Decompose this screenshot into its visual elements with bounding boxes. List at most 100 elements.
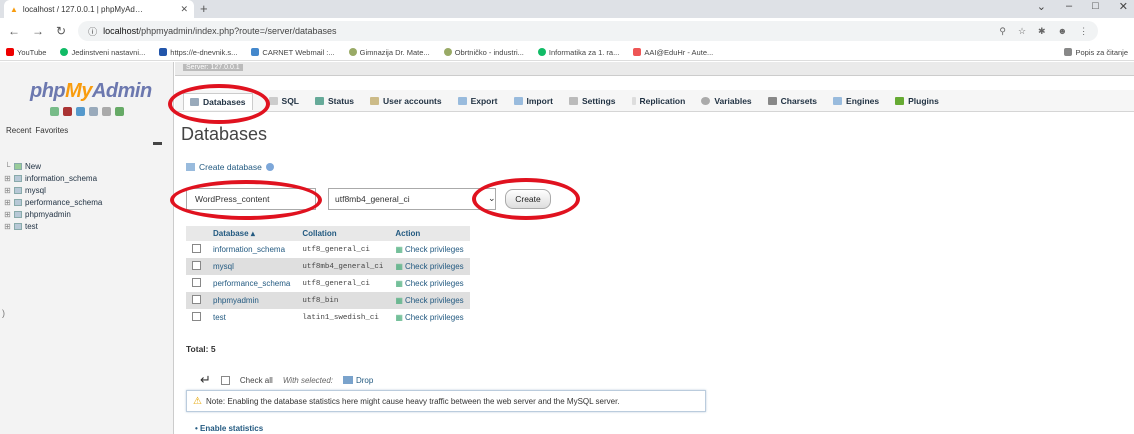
browser-tab[interactable]: ▲ localhost / 127.0.0.1 | phpMyAd… ✕ [4,0,194,18]
check-privileges-link[interactable]: ▦ Check privileges [389,292,470,309]
reload-nav-icon[interactable] [115,107,124,116]
with-selected-label: With selected: [282,375,333,385]
close-window-icon[interactable]: ✕ [1119,0,1128,13]
e-dnevnik-icon [159,48,168,56]
bookmark-carnet[interactable]: CARNET Webmail :... [251,48,335,57]
expand-icon[interactable]: ⊞ [4,174,11,183]
database-name-link[interactable]: mysql [207,258,297,275]
tree-item-performance-schema[interactable]: ⊞ performance_schema [4,196,102,208]
collapse-all-icon[interactable] [153,142,162,145]
collation-cell: utf8_general_ci [296,275,390,292]
check-privileges-link[interactable]: ▦ Check privileges [389,258,470,275]
home-icon[interactable] [50,107,59,116]
tab-charsets[interactable]: Charsets [767,96,817,106]
bookmark-gimnazija[interactable]: Gimnazija Dr. Mate... [348,48,430,57]
tree-item-test[interactable]: ⊞ test [4,220,102,232]
database-tree: └ New ⊞ information_schema ⊞ mysql ⊞ perform… [4,160,102,232]
tree-item-new[interactable]: └ New [4,160,102,172]
tree-item-mysql[interactable]: ⊞ mysql [4,184,102,196]
database-name-link[interactable]: phpmyadmin [207,292,297,309]
server-menu: Databases SQL Status User accounts Expor… [175,90,1134,112]
zoom-icon[interactable]: ⚲ [999,26,1006,37]
tab-sql[interactable]: SQL [268,96,299,106]
tab-export[interactable]: Export [457,96,498,106]
profile-icon[interactable]: ☻ [1058,26,1067,37]
database-name-link[interactable]: test [207,309,297,326]
check-privileges-link[interactable]: ▦ Check privileges [389,241,470,258]
expand-icon[interactable]: ⊞ [4,198,11,207]
tab-user-accounts[interactable]: User accounts [370,96,442,106]
pma-favicon-icon: ▲ [10,4,18,14]
star-icon[interactable]: ☆ [1018,26,1026,37]
bookmark-jedinstveni[interactable]: Jedinstveni nastavni... [60,48,145,57]
bookmark-obrtnicko[interactable]: Obrtničko - industri... [443,48,524,57]
extensions-icon[interactable]: ✱ [1038,26,1046,37]
tab-replication[interactable]: Replication [631,96,685,106]
forward-icon[interactable]: → [32,24,44,38]
row-checkbox[interactable] [192,312,201,321]
chevron-down-icon[interactable]: ⌄ [488,193,496,204]
database-name-link[interactable]: performance_schema [207,275,297,292]
tab-engines[interactable]: Engines [833,96,879,106]
expand-icon[interactable]: ⊞ [4,222,11,231]
tab-databases[interactable]: Databases [183,92,253,110]
column-header-collation[interactable]: Collation [296,226,390,241]
expand-icon[interactable]: ⊞ [4,210,11,219]
bookmark-youtube[interactable]: YouTube [6,48,46,57]
maximize-icon[interactable]: □ [1092,0,1099,13]
column-header-action: Action [389,226,470,241]
tab-settings[interactable]: Settings [568,96,616,106]
tab-import[interactable]: Import [513,96,553,106]
check-all-checkbox[interactable] [220,375,230,385]
database-name-input[interactable] [186,188,316,210]
menu-icon[interactable]: ⋮ [1079,26,1088,37]
info-icon[interactable]: ⓘ [88,25,97,38]
collation-select[interactable]: utf8mb4_general_ci [328,188,496,210]
bookmark-e-dnevnik[interactable]: https://e-dnevnik.s... [159,48,237,57]
expand-icon[interactable]: ⊞ [4,186,11,195]
minimize-icon[interactable]: – [1066,0,1072,13]
check-privileges-link[interactable]: ▦ Check privileges [389,275,470,292]
tree-item-phpmyadmin[interactable]: ⊞ phpmyadmin [4,208,102,220]
header-checkbox-spacer [186,226,207,241]
row-checkbox[interactable] [192,261,201,270]
query-window-icon[interactable] [76,107,85,116]
check-privileges-link[interactable]: ▦ Check privileges [389,309,470,326]
table-row: mysql utf8mb4_general_ci ▦ Check privileg… [186,258,470,275]
column-header-database[interactable]: Database ▴ [207,226,297,241]
row-checkbox[interactable] [192,244,201,253]
phpmyadmin-logo[interactable]: phpMyAdmin [30,80,152,103]
server-breadcrumb[interactable]: Server: 127.0.0.1 [183,64,243,71]
tab-status[interactable]: Status [315,96,354,106]
drop-button[interactable]: Drop [342,376,373,385]
help-icon[interactable] [265,163,274,171]
tree-item-information-schema[interactable]: ⊞ information_schema [4,172,102,184]
logout-icon[interactable] [63,107,72,116]
tab-plugins[interactable]: Plugins [895,96,939,106]
row-checkbox[interactable] [192,295,201,304]
row-checkbox[interactable] [192,278,201,287]
docs-icon[interactable] [89,107,98,116]
database-name-link[interactable]: information_schema [207,241,297,258]
close-tab-icon[interactable]: ✕ [180,4,188,15]
reload-icon[interactable]: ↻ [56,24,66,38]
new-tab-icon[interactable]: + [200,1,208,16]
tab-variables[interactable]: Variables [701,96,752,106]
globe-icon [537,48,546,56]
sort-asc-icon: ▴ [250,229,255,238]
drop-icon [342,376,353,384]
back-icon[interactable]: ← [8,24,20,38]
chevron-down-icon[interactable]: ⌄ [1037,0,1046,13]
bookmark-informatika[interactable]: Informatika za 1. ra... [537,48,619,57]
tree-branch-icon: └ [4,161,11,171]
enable-statistics-link[interactable]: • Enable statistics [195,424,263,433]
settings-icon[interactable] [102,107,111,116]
tab-recent[interactable]: Recent [6,126,31,135]
check-all-label[interactable]: Check all [240,376,273,385]
reading-list[interactable]: Popis za čitanje [1064,48,1128,57]
bookmark-aai[interactable]: AAI@EduHr - Aute... [633,48,713,57]
create-button[interactable]: Create [505,189,551,209]
panel-resize-handle[interactable]: ) [2,308,5,318]
tab-favorites[interactable]: Favorites [35,126,68,135]
url-input[interactable]: ⓘ localhost/phpmyadmin/index.php?route=/… [78,21,1099,41]
